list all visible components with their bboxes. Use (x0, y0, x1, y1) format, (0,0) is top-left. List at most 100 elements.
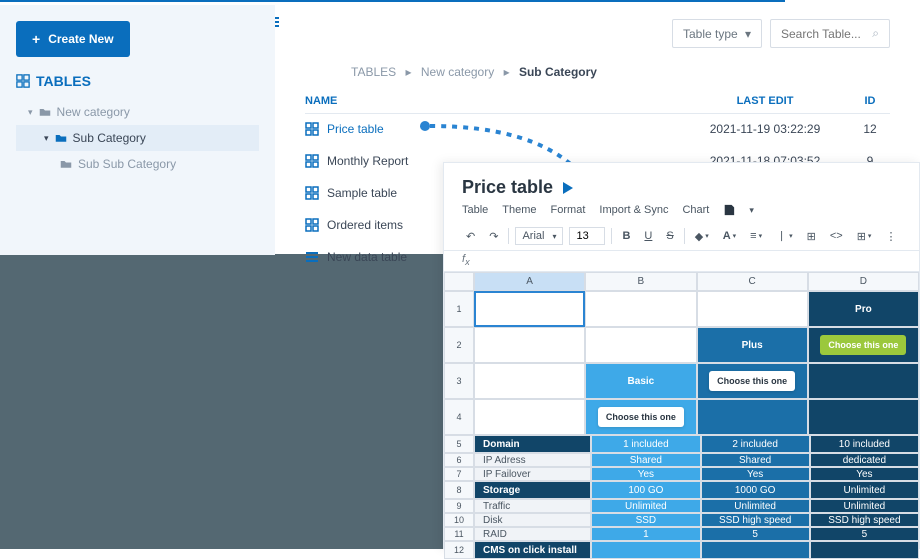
plan-plus-header[interactable]: Plus (697, 327, 808, 363)
cell[interactable]: 1000 GO (701, 481, 810, 499)
choose-this-one-button[interactable]: Choose this one (820, 335, 906, 355)
table-row[interactable]: Price table2021-11-19 03:22:2912 (305, 113, 890, 145)
cell[interactable] (808, 399, 919, 435)
feature-label[interactable]: Domain (474, 435, 591, 453)
cell[interactable]: Unlimited (701, 499, 810, 513)
menu-import[interactable]: Import & Sync (599, 204, 668, 216)
tree-item-new-category[interactable]: ▾ New category (16, 99, 259, 125)
feature-label[interactable]: Disk (474, 513, 591, 527)
cell[interactable]: Shared (591, 453, 700, 467)
feature-label[interactable]: IP Failover (474, 467, 591, 481)
row-header[interactable]: 8 (444, 481, 474, 499)
cell[interactable] (701, 541, 810, 559)
chevron-down-icon[interactable]: ▾ (749, 205, 754, 216)
table-type-select[interactable]: Table type ▾ (672, 19, 762, 48)
col-header-b[interactable]: B (585, 272, 696, 291)
cell[interactable]: Yes (810, 467, 919, 481)
cell[interactable]: 1 included (591, 435, 700, 453)
strike-button[interactable]: S (662, 228, 677, 244)
cell[interactable]: SSD (591, 513, 700, 527)
cell[interactable] (585, 291, 696, 327)
font-size-input[interactable] (569, 227, 605, 245)
row-header[interactable]: 5 (444, 435, 474, 453)
cell[interactable] (697, 399, 808, 435)
more-button[interactable]: ⋮ (881, 228, 900, 245)
cell[interactable]: SSD high speed (810, 513, 919, 527)
drag-handle[interactable] (275, 17, 279, 41)
cell[interactable]: 1 (591, 527, 700, 541)
tree-item-sub-category[interactable]: ▾ Sub Category (16, 125, 259, 151)
feature-label[interactable]: RAID (474, 527, 591, 541)
tree-item-sub-sub-category[interactable]: Sub Sub Category (16, 151, 259, 177)
row-header[interactable]: 4 (444, 399, 474, 435)
cell-a1[interactable] (474, 291, 585, 327)
choose-plus-cell[interactable]: Choose this one (697, 363, 808, 399)
cell[interactable]: Unlimited (810, 499, 919, 513)
col-header-c[interactable]: C (697, 272, 808, 291)
breadcrumb-root[interactable]: TABLES (351, 65, 396, 79)
save-icon[interactable] (723, 204, 735, 216)
create-new-button[interactable]: + Create New (16, 21, 130, 57)
choose-this-one-button[interactable]: Choose this one (709, 371, 795, 391)
font-select[interactable]: Arial▾ (515, 227, 563, 245)
menu-chart[interactable]: Chart (682, 204, 709, 216)
cell[interactable] (474, 363, 585, 399)
cell[interactable]: 100 GO (591, 481, 700, 499)
cell[interactable] (810, 541, 919, 559)
row-header[interactable]: 7 (444, 467, 474, 481)
menu-theme[interactable]: Theme (502, 204, 536, 216)
cell[interactable]: Shared (701, 453, 810, 467)
breadcrumb-cat[interactable]: New category (421, 65, 494, 79)
row-header[interactable]: 9 (444, 499, 474, 513)
search-table-box[interactable]: ⌕ (770, 19, 890, 48)
underline-button[interactable]: U (640, 228, 656, 244)
cell[interactable] (474, 327, 585, 363)
row-header[interactable]: 10 (444, 513, 474, 527)
cell[interactable] (697, 291, 808, 327)
choose-this-one-button[interactable]: Choose this one (598, 407, 684, 427)
cell[interactable]: Unlimited (810, 481, 919, 499)
cell[interactable] (474, 399, 585, 435)
cell[interactable]: Yes (591, 467, 700, 481)
redo-button[interactable]: ↷ (485, 228, 502, 245)
cell[interactable] (591, 541, 700, 559)
code-button[interactable]: <> (826, 228, 847, 244)
bold-button[interactable]: B (618, 228, 634, 244)
feature-label[interactable]: Traffic (474, 499, 591, 513)
cell[interactable]: 10 included (810, 435, 919, 453)
col-header-d[interactable]: D (808, 272, 919, 291)
plan-pro-header[interactable]: Pro (808, 291, 919, 327)
cell[interactable]: dedicated (810, 453, 919, 467)
cell[interactable]: Yes (701, 467, 810, 481)
feature-label[interactable]: IP Adress (474, 453, 591, 467)
text-color-button[interactable]: A▾ (719, 228, 740, 244)
formula-input[interactable] (476, 254, 901, 266)
valign-button[interactable]: 丨▾ (772, 226, 797, 246)
col-header-a[interactable]: A (474, 272, 585, 291)
merge-button[interactable]: ⊞ (803, 228, 820, 245)
search-input[interactable] (781, 27, 866, 41)
cell[interactable]: 5 (701, 527, 810, 541)
cell[interactable]: 2 included (701, 435, 810, 453)
undo-button[interactable]: ↶ (462, 228, 479, 245)
row-header[interactable]: 2 (444, 327, 474, 363)
fill-color-button[interactable]: ◆▾ (691, 228, 713, 245)
corner-header[interactable] (444, 272, 474, 291)
feature-label[interactable]: Storage (474, 481, 591, 499)
plan-basic-header[interactable]: Basic (585, 363, 696, 399)
cell[interactable] (585, 327, 696, 363)
row-header[interactable]: 6 (444, 453, 474, 467)
border-button[interactable]: ⊞▾ (853, 228, 876, 245)
choose-basic-cell[interactable]: Choose this one (585, 399, 696, 435)
cell[interactable]: SSD high speed (701, 513, 810, 527)
choose-pro-cell[interactable]: Choose this one (808, 327, 919, 363)
feature-label[interactable]: CMS on click install (474, 541, 591, 559)
row-header[interactable]: 1 (444, 291, 474, 327)
menu-table[interactable]: Table (462, 204, 488, 216)
align-button[interactable]: ≡▾ (746, 228, 766, 244)
row-header[interactable]: 12 (444, 541, 474, 559)
row-header[interactable]: 11 (444, 527, 474, 541)
cell[interactable]: Unlimited (591, 499, 700, 513)
menu-format[interactable]: Format (551, 204, 586, 216)
row-header[interactable]: 3 (444, 363, 474, 399)
